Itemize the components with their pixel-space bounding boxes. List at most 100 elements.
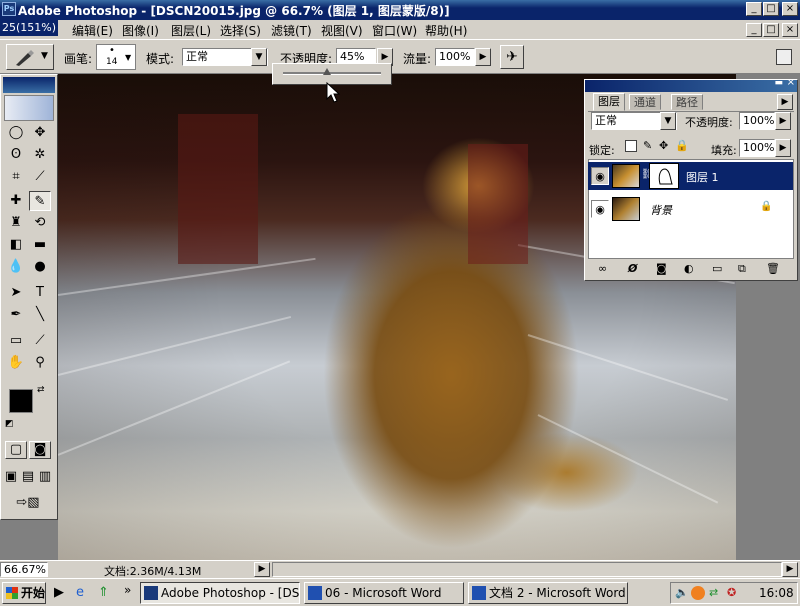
- screen-mode-standard-icon[interactable]: ▣: [3, 467, 19, 487]
- new-layer-icon[interactable]: ⧉: [738, 262, 746, 276]
- screen-mode-full-icon[interactable]: ▥: [37, 467, 53, 487]
- eye-icon[interactable]: ◉: [591, 200, 609, 218]
- dodge-tool-icon[interactable]: ●: [29, 257, 51, 277]
- line-tool-icon[interactable]: ╲: [29, 305, 51, 325]
- tray-app-icon[interactable]: [691, 586, 705, 600]
- menu-filter[interactable]: 滤镜(T): [271, 22, 312, 39]
- trash-icon[interactable]: 🗑: [766, 262, 780, 275]
- lock-transparent-icon[interactable]: [625, 140, 637, 152]
- layer-mask-thumbnail[interactable]: [649, 163, 679, 189]
- minimize-button[interactable]: _: [746, 2, 762, 16]
- gradient-tool-icon[interactable]: ▬: [29, 235, 51, 255]
- blur-tool-icon[interactable]: 💧: [5, 257, 27, 277]
- quick-mask-mode-icon[interactable]: ◙: [29, 441, 51, 459]
- brush-tool-icon[interactable]: ✎: [29, 191, 51, 211]
- eyedropper-tool-icon[interactable]: ⟋: [29, 331, 51, 351]
- close-button[interactable]: ×: [782, 2, 798, 16]
- effects-icon[interactable]: Ø: [628, 262, 637, 275]
- opacity-slider-thumb[interactable]: [323, 68, 332, 75]
- security-icon[interactable]: ✪: [727, 586, 736, 599]
- doc-minimize-button[interactable]: _: [746, 23, 762, 37]
- type-tool-icon[interactable]: T: [29, 283, 51, 303]
- clock[interactable]: 16:08: [759, 586, 794, 600]
- eraser-tool-icon[interactable]: ◧: [5, 235, 27, 255]
- arrow-app-icon[interactable]: ⇑: [98, 585, 109, 600]
- flow-slider-toggle[interactable]: ▶: [475, 48, 491, 66]
- marquee-tool-icon[interactable]: ◯: [5, 123, 27, 143]
- path-selection-tool-icon[interactable]: ➤: [5, 283, 27, 303]
- lasso-tool-icon[interactable]: ʘ: [5, 145, 27, 165]
- panel-menu-button[interactable]: ▶: [777, 94, 793, 110]
- brush-picker[interactable]: • 14 ▼: [96, 44, 136, 70]
- task-word-doc2[interactable]: 文档 2 - Microsoft Word: [468, 582, 628, 604]
- crop-tool-icon[interactable]: ⌗: [5, 167, 27, 187]
- healing-brush-tool-icon[interactable]: ✚: [5, 191, 27, 211]
- screen-mode-full-menu-icon[interactable]: ▤: [20, 467, 36, 487]
- menu-edit[interactable]: 编辑(E): [72, 22, 113, 39]
- foreground-color-swatch[interactable]: [9, 389, 33, 413]
- eye-icon[interactable]: ◉: [591, 167, 609, 185]
- notes-tool-icon[interactable]: ▭: [5, 331, 27, 351]
- folder-icon[interactable]: ▭: [712, 262, 722, 275]
- doc-close-button[interactable]: ×: [782, 23, 798, 37]
- palette-well-icon[interactable]: [776, 49, 792, 65]
- tab-paths[interactable]: 路径: [671, 94, 703, 110]
- layer-row-layer1[interactable]: ◉ ⛓ 图层 1: [588, 162, 793, 190]
- mask-icon[interactable]: ◙: [656, 262, 667, 275]
- lock-position-icon[interactable]: ✥: [659, 139, 668, 152]
- layer-row-background[interactable]: ◉ 背景 🔒: [588, 195, 793, 223]
- menu-layer[interactable]: 图层(L): [171, 22, 211, 39]
- standard-mode-icon[interactable]: ▢: [5, 441, 27, 459]
- history-brush-tool-icon[interactable]: ⟲: [29, 213, 51, 233]
- panel-close-icon[interactable]: ×: [787, 77, 795, 88]
- zoom-level-input[interactable]: 66.67%: [0, 562, 48, 577]
- scroll-right-button[interactable]: ▶: [782, 562, 798, 577]
- hand-tool-icon[interactable]: ✋: [5, 353, 27, 373]
- lock-all-icon[interactable]: 🔒: [675, 139, 689, 152]
- task-photoshop[interactable]: Adobe Photoshop - [DSC...: [140, 582, 300, 604]
- airbrush-button[interactable]: ✈: [500, 45, 524, 69]
- photoshop-app-icon[interactable]: Ps: [2, 2, 16, 16]
- layer-opacity-slider-toggle[interactable]: ▶: [775, 112, 791, 130]
- layer-opacity-input[interactable]: 100%: [739, 112, 775, 130]
- zoom-tool-icon[interactable]: ⚲: [29, 353, 51, 373]
- mode-select[interactable]: 正常 ▼: [182, 48, 268, 66]
- task-word-06[interactable]: 06 - Microsoft Word: [304, 582, 464, 604]
- tab-layers[interactable]: 图层: [593, 93, 625, 111]
- jump-to-imageready-icon[interactable]: ⇨▧: [5, 493, 51, 513]
- fill-slider-toggle[interactable]: ▶: [775, 139, 791, 157]
- network-icon[interactable]: ⇄: [709, 586, 718, 599]
- ie-icon[interactable]: e: [76, 585, 84, 600]
- layer-name[interactable]: 图层 1: [686, 169, 719, 185]
- flow-input[interactable]: 100%: [435, 48, 475, 66]
- magic-wand-tool-icon[interactable]: ✲: [29, 145, 51, 165]
- adjustment-icon[interactable]: ◐: [684, 262, 694, 275]
- link-icon[interactable]: ∞: [598, 262, 607, 275]
- layer-name[interactable]: 背景: [650, 202, 672, 218]
- menu-help[interactable]: 帮助(H): [425, 22, 467, 39]
- tool-preset-picker[interactable]: ▼: [6, 44, 54, 70]
- blend-mode-select[interactable]: 正常 ▼: [591, 112, 677, 130]
- feather-logo[interactable]: [4, 95, 54, 121]
- document-zoom-tab[interactable]: 25(151%): [2, 21, 56, 34]
- clone-stamp-tool-icon[interactable]: ♜: [5, 213, 27, 233]
- status-menu-button[interactable]: ▶: [254, 562, 270, 577]
- pen-tool-icon[interactable]: ✒: [5, 305, 27, 325]
- menu-window[interactable]: 窗口(W): [372, 22, 417, 39]
- slice-tool-icon[interactable]: ⟋: [29, 167, 51, 187]
- start-button[interactable]: 开始: [2, 582, 46, 604]
- panel-minimize-icon[interactable]: ▬: [774, 78, 783, 88]
- horizontal-scrollbar[interactable]: [272, 562, 782, 577]
- tab-channels[interactable]: 通道: [629, 94, 661, 110]
- fill-input[interactable]: 100%: [739, 139, 775, 157]
- swap-colors-icon[interactable]: ⇄: [37, 385, 45, 395]
- maximize-button[interactable]: □: [763, 2, 779, 16]
- opacity-slider-track[interactable]: [283, 72, 381, 75]
- doc-restore-button[interactable]: □: [763, 23, 779, 37]
- lock-image-icon[interactable]: ✎: [643, 139, 652, 152]
- move-tool-icon[interactable]: ✥: [29, 123, 51, 143]
- default-colors-icon[interactable]: ◩: [5, 419, 14, 429]
- media-player-icon[interactable]: ▶: [54, 585, 64, 600]
- quicklaunch-chevron[interactable]: »: [124, 583, 131, 597]
- speaker-icon[interactable]: 🔈: [675, 586, 689, 599]
